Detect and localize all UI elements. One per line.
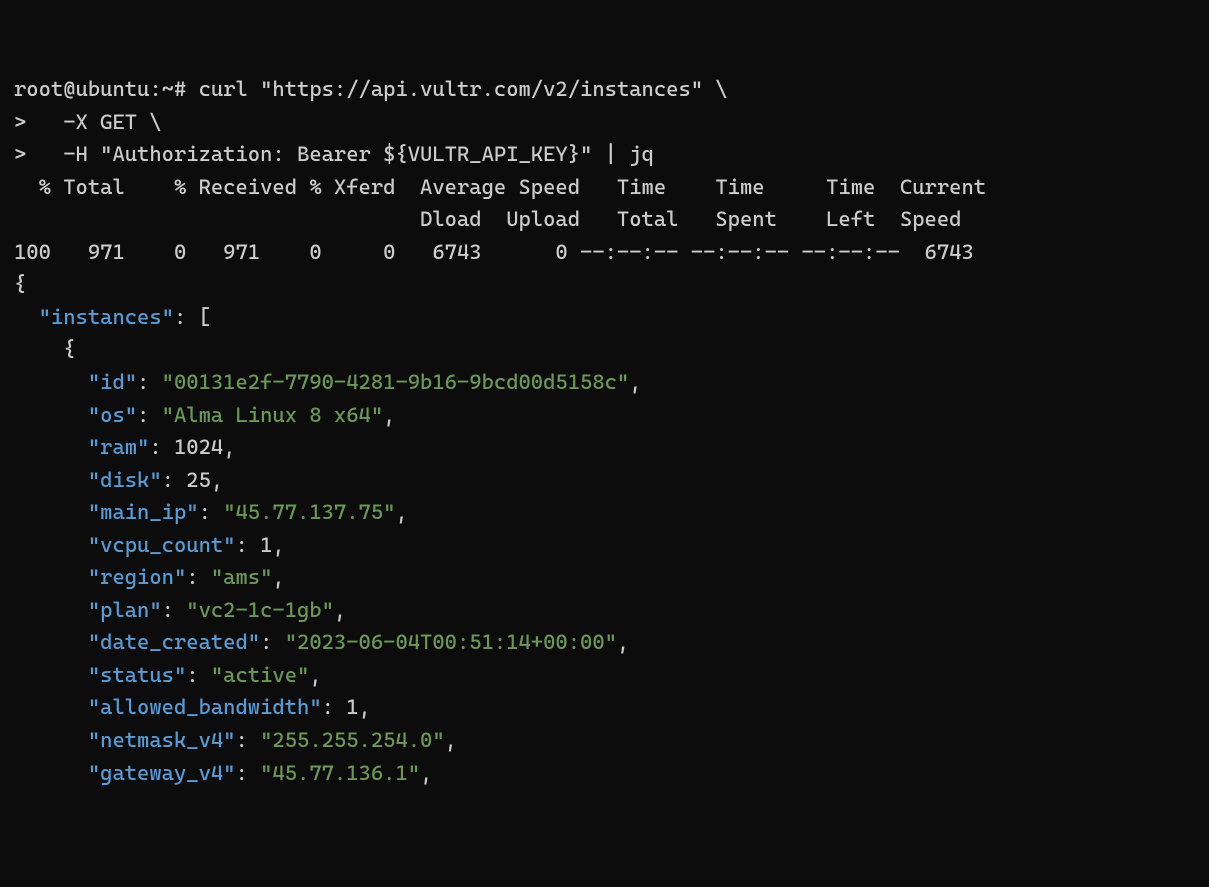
json-item-lines: "id": "00131e2f-7790-4281-9b16-9bcd00d51… <box>14 370 642 785</box>
prompt-line-2: > -X GET \ <box>14 110 162 134</box>
json-open-brace: { <box>14 272 26 296</box>
curl-progress-header-1: % Total % Received % Xferd Average Speed… <box>14 175 986 199</box>
terminal-output[interactable]: root@ubuntu:~# curl "https://api.vultr.c… <box>14 73 1195 789</box>
prompt-line-3: > -H "Authorization: Bearer ${VULTR_API_… <box>14 142 654 166</box>
curl-progress-header-2: Dload Upload Total Spent Left Speed <box>14 207 961 231</box>
json-instances-key-line: "instances": [ <box>14 305 211 329</box>
prompt-line-1: root@ubuntu:~# curl "https://api.vultr.c… <box>14 77 728 101</box>
json-object-open: { <box>14 337 76 361</box>
curl-progress-row: 100 971 0 971 0 0 6743 0 --:--:-- --:--:… <box>14 240 974 264</box>
